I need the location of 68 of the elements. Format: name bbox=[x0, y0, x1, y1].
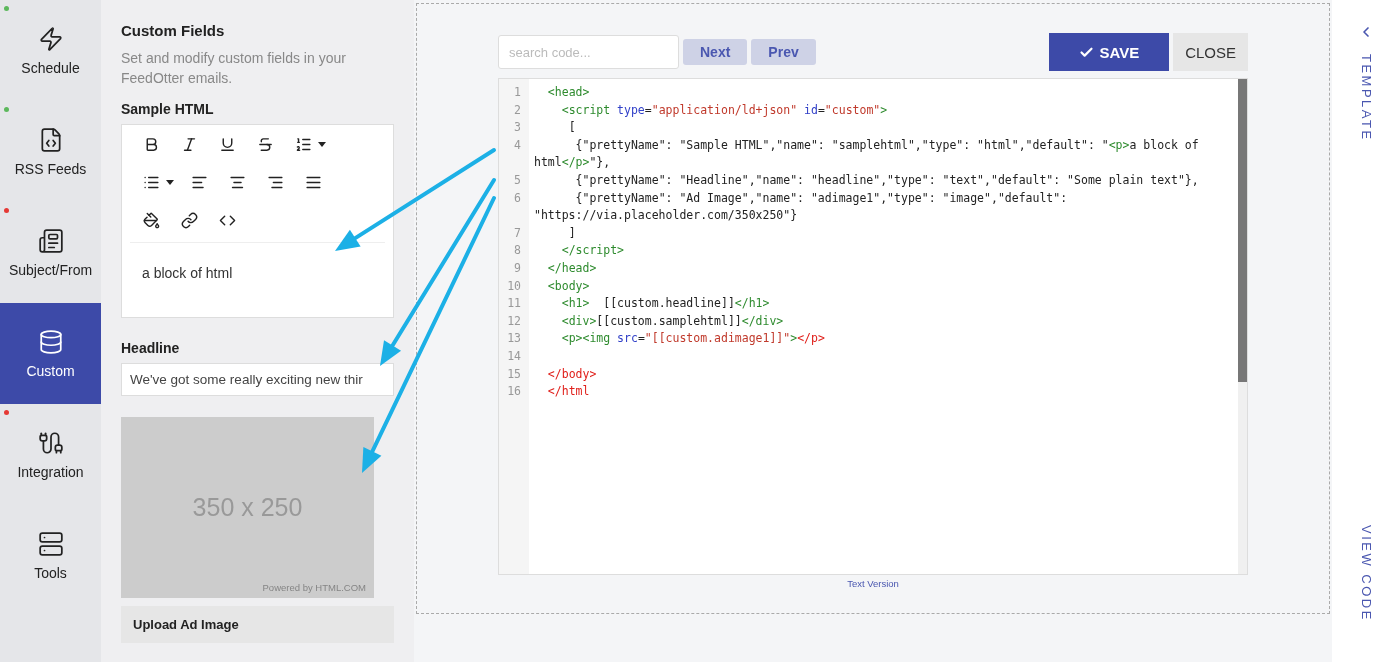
caret-icon[interactable] bbox=[318, 141, 326, 147]
sidebar-label: RSS Feeds bbox=[14, 160, 87, 177]
line-number: 13 bbox=[506, 330, 522, 348]
caret-icon[interactable] bbox=[166, 179, 174, 185]
code-line: {"prettyName": "Headline","name": "headline","type": "text","default": "Some plain text"}, bbox=[574, 171, 1200, 189]
panel-title: Custom Fields bbox=[121, 22, 226, 39]
code-line: </html bbox=[546, 383, 591, 401]
code-line: ] bbox=[567, 224, 577, 242]
line-number: 16 bbox=[506, 383, 522, 401]
code-line: <h1> [[custom.headline]]</h1> bbox=[560, 295, 771, 313]
code-line: <div>[[custom.samplehtml]]</div> bbox=[560, 312, 785, 330]
sidebar-label: Tools bbox=[34, 564, 67, 581]
upload-button[interactable]: Upload Ad Image bbox=[121, 606, 394, 643]
line-number: 8 bbox=[513, 242, 522, 260]
line-number: 12 bbox=[506, 312, 522, 330]
code-line: {"prettyName": "Ad Image","name": "adimage1","type": "image","default": "https://via.placeholder.com/350x250"} bbox=[533, 189, 1069, 225]
line-number: 15 bbox=[506, 365, 522, 383]
code-line: <body> bbox=[546, 277, 591, 295]
database-icon bbox=[37, 328, 64, 355]
line-number: 6 bbox=[513, 189, 522, 207]
newspaper-icon bbox=[37, 227, 64, 254]
code-editor[interactable] bbox=[498, 78, 1248, 575]
code-line: <head> bbox=[546, 84, 591, 101]
line-number: 3 bbox=[513, 119, 522, 137]
code-line: </body> bbox=[546, 365, 598, 383]
line-number: 7 bbox=[513, 224, 522, 242]
line-number: 5 bbox=[513, 171, 522, 189]
sidebar-label: Integration bbox=[17, 463, 84, 480]
field-label: Headline bbox=[121, 340, 181, 356]
line-number: 1 bbox=[513, 84, 522, 101]
field-label: Sample HTML bbox=[121, 101, 215, 117]
sidebar-label: Subject/From bbox=[8, 261, 93, 278]
side-tab[interactable]: TEMPLATE bbox=[1358, 24, 1374, 142]
code-line: <script type="application/ld+json" id="custom"> bbox=[560, 101, 889, 119]
code-line: <p><img src="[[custom.adimage1]]"></p> bbox=[560, 330, 826, 348]
side-tab[interactable]: VIEW CODE bbox=[1358, 525, 1374, 622]
nav-button[interactable]: Next bbox=[683, 39, 748, 65]
headline-input[interactable]: We've got some really exciting new thir bbox=[121, 363, 394, 396]
sidebar-item[interactable]: Schedule bbox=[0, 0, 101, 101]
line-number: 4 bbox=[513, 136, 522, 154]
sidebar-item[interactable]: Custom bbox=[0, 303, 101, 404]
close-button[interactable]: CLOSE bbox=[1173, 33, 1248, 71]
sidebar-label: Custom bbox=[26, 362, 75, 379]
line-number: 9 bbox=[513, 259, 522, 277]
code-line: {"prettyName": "Sample HTML","name": "samplehtml","type": "html","default": "<p>a block of html</p>"}, bbox=[533, 136, 1200, 172]
sidebar-item[interactable]: Integration bbox=[0, 404, 101, 505]
line-number: 14 bbox=[506, 347, 522, 365]
sidebar-item[interactable]: Subject/From bbox=[0, 202, 101, 303]
scrollbar[interactable] bbox=[1238, 79, 1247, 382]
panel-description: Set and modify custom fields in your FeedOtter emails. bbox=[121, 49, 347, 88]
line-number: 10 bbox=[506, 277, 522, 295]
image-credit: Powered by HTML.COM bbox=[262, 582, 366, 593]
lightning-icon bbox=[37, 25, 64, 52]
line-number: 2 bbox=[513, 101, 522, 119]
save-button[interactable]: SAVE bbox=[1049, 33, 1170, 71]
sidebar-label: Schedule bbox=[21, 59, 80, 76]
search-field[interactable]: search code... bbox=[498, 35, 679, 69]
sidebar-item[interactable]: Tools bbox=[0, 505, 101, 606]
rich-text-editor[interactable]: a block of html bbox=[121, 124, 394, 318]
code-line: </head> bbox=[546, 259, 598, 277]
nav-button[interactable]: Prev bbox=[751, 39, 816, 65]
sidebar-item[interactable]: RSS Feeds bbox=[0, 101, 101, 202]
line-number: 11 bbox=[506, 295, 522, 313]
code-line: [ bbox=[567, 119, 577, 137]
code-line: </script> bbox=[560, 242, 625, 260]
server-icon bbox=[37, 530, 64, 557]
cable-icon bbox=[37, 429, 64, 456]
text-version-link[interactable]: Text Version bbox=[847, 578, 899, 589]
